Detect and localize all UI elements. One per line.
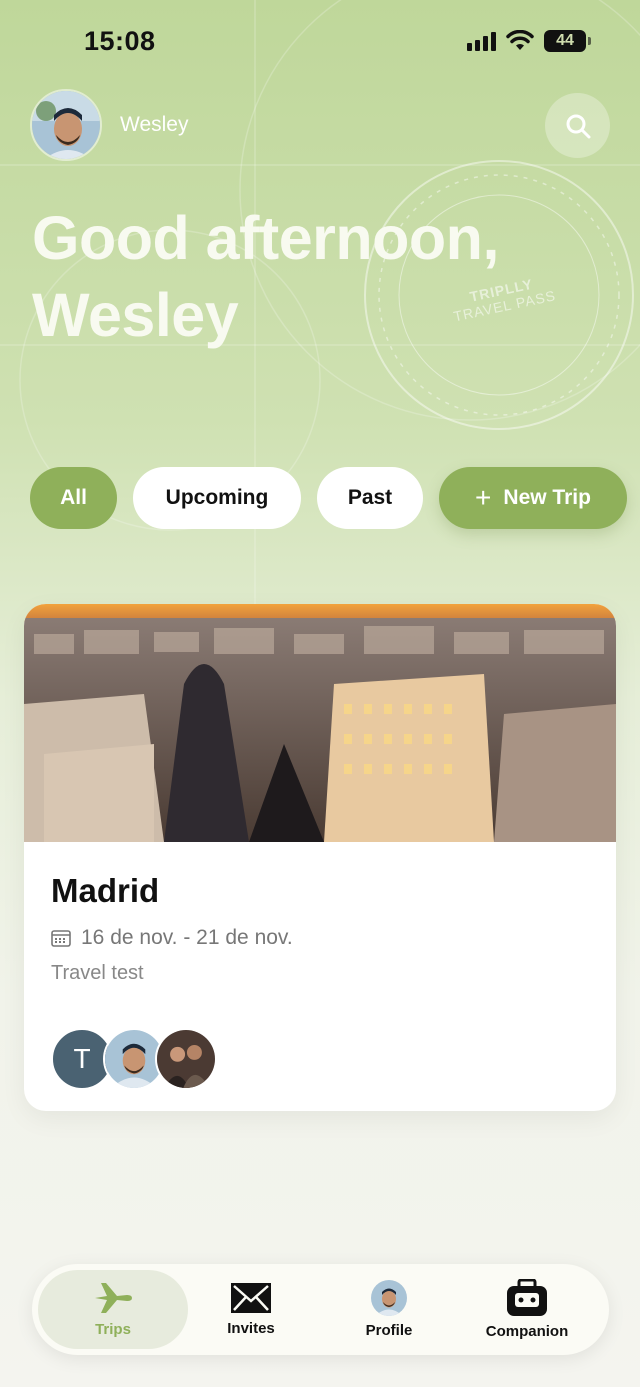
trip-info: Madrid 16 de nov. - 21 de nov. Travel te… [24,842,616,1090]
companion-bag-icon [507,1279,547,1316]
header-user[interactable]: Wesley [30,89,188,161]
tab-companion-label: Companion [485,1323,569,1340]
filter-all-chip[interactable]: All [30,467,117,529]
airplane-icon [95,1283,132,1313]
profile-avatar-icon [371,1280,407,1316]
tab-trips[interactable]: Trips [38,1264,188,1355]
user-name: Wesley [120,113,189,136]
trip-filters: All Upcoming Past + New Trip [30,467,627,529]
filter-past-chip[interactable]: Past [317,467,423,529]
plus-icon: + [475,482,492,513]
new-trip-label: New Trip [503,486,591,509]
calendar-icon [51,930,71,947]
cellular-signal-icon [467,31,496,51]
trip-dates: 16 de nov. - 21 de nov. [51,926,589,950]
status-icons: 44 [467,30,591,52]
tab-companion[interactable]: Companion [458,1264,596,1355]
tab-invites[interactable]: Invites [182,1264,320,1355]
greeting-title: Good afternoon, Wesley [32,204,499,349]
filter-upcoming-chip[interactable]: Upcoming [133,467,301,529]
trip-members: T [51,1028,589,1090]
trip-dates-text: 16 de nov. - 21 de nov. [81,926,293,949]
member-avatar-group [155,1028,217,1090]
avatar[interactable] [30,89,102,161]
tab-profile[interactable]: Profile [320,1264,458,1355]
wifi-icon [506,30,534,50]
bottom-tab-bar: Trips Invites Profile Companion [32,1264,609,1355]
trip-card[interactable]: Madrid 16 de nov. - 21 de nov. Travel te… [24,604,616,1111]
tab-trips-label: Trips [95,1321,131,1338]
trip-description: Travel test [51,962,144,984]
trip-cover-image [24,604,616,842]
battery-icon: 44 [544,30,591,52]
tab-invites-label: Invites [227,1320,275,1337]
search-button[interactable] [545,93,610,158]
battery-level: 44 [556,32,574,49]
tab-profile-label: Profile [365,1322,413,1339]
trip-title: Madrid [51,872,160,909]
search-icon [566,114,590,138]
status-time: 15:08 [84,26,156,56]
envelope-icon [231,1283,271,1313]
status-bar: 15:08 44 [0,0,640,88]
new-trip-button[interactable]: + New Trip [439,467,627,529]
